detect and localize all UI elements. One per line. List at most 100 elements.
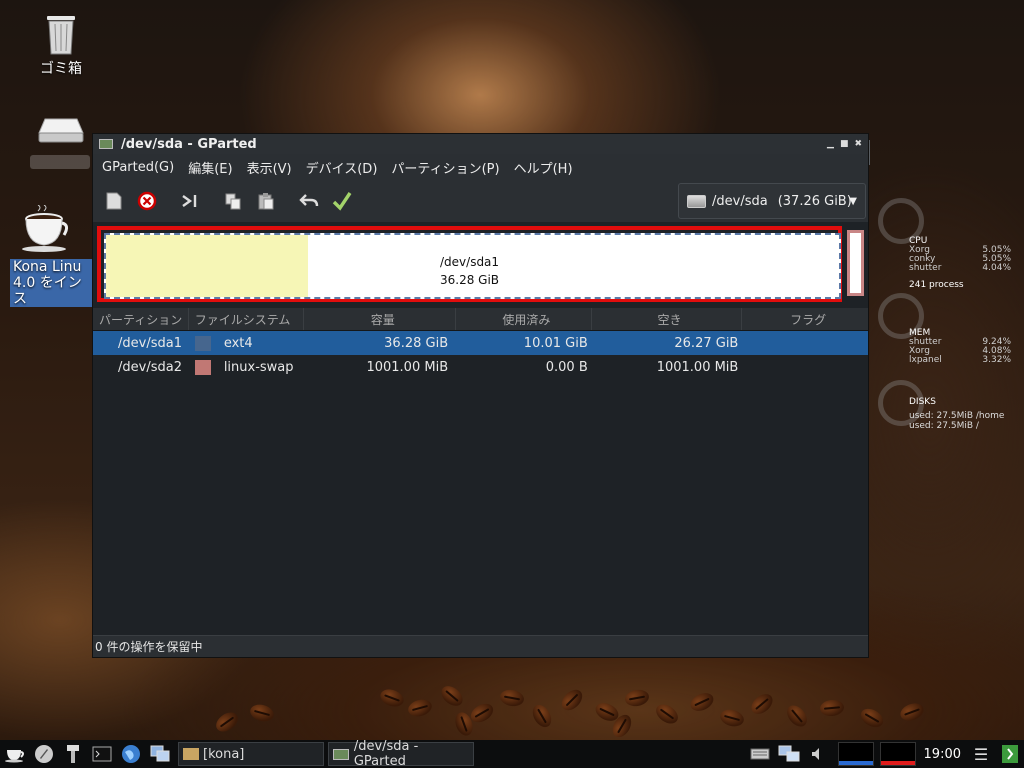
drive-desktop-icon[interactable] — [30, 115, 90, 169]
menu-edit[interactable]: 編集(E) — [181, 158, 239, 177]
conky-disk-line: used: 27.5MiB / — [909, 421, 979, 431]
maximize-icon[interactable]: ■ — [840, 139, 849, 149]
gparted-task-icon — [333, 748, 349, 760]
table-header: パーティション ファイルシステム 容量 使用済み 空き フラグ — [93, 308, 868, 331]
drive-icon — [38, 118, 84, 143]
cell-partition: /dev/sda1 — [118, 335, 182, 351]
kona-installer-desktop-icon[interactable]: Kona Linu 4.0 をインス — [10, 204, 94, 307]
conky-mem: MEM shutter 9.24% Xorg 4.08% lxpanel 3.32% — [909, 328, 1011, 365]
network-button[interactable] — [777, 742, 801, 766]
drive-label-blur — [30, 155, 90, 169]
conky-cpu-proc: shutter — [909, 263, 942, 273]
folder-icon — [183, 748, 199, 760]
conky-disks: DISKS used: 27.5MiB /home used: 27.5MiB … — [909, 397, 1004, 431]
coffee-cup-icon — [22, 204, 69, 252]
minimize-icon[interactable]: ▁ — [827, 139, 834, 149]
menu-partition[interactable]: パーティション(P) — [384, 158, 506, 177]
start-menu-button[interactable] — [3, 742, 27, 766]
col-used[interactable]: 使用済み — [456, 308, 592, 330]
conky-disks-title: DISKS — [909, 397, 936, 407]
window-titlebar[interactable]: /dev/sda - GParted ▁ ■ ✖ — [93, 134, 868, 154]
conky-cpu: CPU Xorg 5.05% conky 5.05% shutter 4.04% 24… — [909, 236, 1011, 290]
partition-block-sda2[interactable] — [847, 230, 864, 296]
task-folder-kona[interactable]: [kona] — [178, 742, 324, 766]
disk-map-area: /dev/sda1 36.28 GiB — [93, 222, 868, 308]
rocket-icon — [35, 745, 53, 763]
col-partition[interactable]: パーティション — [93, 308, 189, 330]
keyboard-icon — [750, 748, 770, 760]
kona-installer-label-2: 4.0 をインス — [10, 275, 94, 307]
paste-icon — [258, 193, 274, 210]
col-filesystem[interactable]: ファイルシステム — [189, 308, 305, 330]
checkmark-icon — [332, 192, 352, 211]
trash-label: ゴミ箱 — [40, 61, 82, 77]
undo-button[interactable] — [296, 188, 322, 214]
partition-block-label: /dev/sda1 — [440, 255, 500, 269]
task-folder-label: [kona] — [203, 746, 245, 762]
taskbar: [kona] /dev/sda - GParted 19:00 ☰ — [0, 739, 1024, 768]
launcher-button[interactable] — [32, 742, 56, 766]
disk-map-highlight: /dev/sda1 36.28 GiB — [97, 226, 842, 302]
table-row[interactable]: /dev/sda1 ext4 36.28 GiB 10.01 GiB 26.27… — [93, 331, 868, 355]
clock: 19:00 — [923, 746, 961, 762]
menu-help[interactable]: ヘルプ(H) — [507, 158, 580, 177]
volume-button[interactable] — [806, 742, 830, 766]
wrench-icon — [67, 745, 79, 763]
conky-mem-pct: 3.32% — [982, 355, 1011, 365]
exit-icon — [1002, 745, 1018, 763]
menu-device[interactable]: デバイス(D) — [299, 158, 385, 177]
trash-icon — [47, 16, 75, 55]
hard-disk-icon — [687, 194, 706, 208]
terminal-button[interactable] — [90, 742, 114, 766]
memory-graph — [879, 742, 916, 766]
menu-gparted[interactable]: GParted(G) — [95, 160, 181, 175]
task-gparted[interactable]: /dev/sda - GParted — [328, 739, 474, 768]
tools-button[interactable] — [61, 742, 85, 766]
delete-partition-button[interactable] — [134, 188, 160, 214]
keyboard-button[interactable] — [748, 742, 772, 766]
copy-icon — [225, 193, 241, 210]
cell-used: 10.01 GiB — [523, 335, 588, 351]
resize-arrow-icon — [182, 195, 197, 207]
cell-size: 36.28 GiB — [384, 335, 449, 351]
network-icon — [778, 745, 800, 762]
filesystem-color-swatch — [194, 359, 211, 375]
hamburger-icon: ☰ — [973, 744, 989, 764]
chevron-down-icon: ▼ — [849, 195, 857, 207]
speaker-icon — [811, 748, 819, 760]
col-free[interactable]: 空き — [592, 308, 743, 330]
copy-button[interactable] — [220, 188, 246, 214]
logout-button[interactable] — [998, 742, 1022, 766]
cell-free: 26.27 GiB — [674, 335, 739, 351]
table-row[interactable]: /dev/sda2 linux-swap 1001.00 MiB 0.00 B … — [93, 355, 868, 379]
windows-icon — [150, 745, 170, 762]
paste-button[interactable] — [253, 188, 279, 214]
partition-block-sda1[interactable]: /dev/sda1 36.28 GiB — [104, 233, 841, 299]
device-selector[interactable]: /dev/sda (37.26 GiB) ▼ — [678, 183, 866, 219]
window-switcher-button[interactable] — [148, 742, 172, 766]
browser-button[interactable] — [119, 742, 143, 766]
apply-button[interactable] — [329, 188, 355, 214]
window-title: /dev/sda - GParted — [121, 136, 257, 152]
cell-used: 0.00 B — [545, 359, 588, 375]
toolbar: /dev/sda (37.26 GiB) ▼ — [93, 180, 868, 222]
menu-view[interactable]: 表示(V) — [240, 158, 299, 177]
globe-icon — [122, 745, 140, 763]
coffee-cup-icon — [5, 750, 24, 763]
device-selector-size: (37.26 GiB) — [777, 193, 852, 209]
cell-size: 1001.00 MiB — [366, 359, 449, 375]
trash-desktop-icon[interactable]: ゴミ箱 — [34, 10, 88, 78]
conky-cpu-pct: 4.04% — [982, 263, 1011, 273]
col-size[interactable]: 容量 — [304, 308, 457, 330]
menu-button[interactable]: ☰ — [969, 742, 993, 766]
resize-move-button[interactable] — [177, 188, 203, 214]
cell-filesystem: ext4 — [223, 335, 253, 351]
kona-installer-label-1: Kona Linu — [10, 259, 94, 275]
conky-process-count: 241 process — [909, 280, 964, 290]
new-partition-button[interactable] — [101, 188, 127, 214]
col-flags[interactable]: フラグ — [742, 308, 868, 330]
pending-operations-status: 0 件の操作を保留中 — [95, 640, 203, 654]
close-icon[interactable]: ✖ — [854, 139, 862, 149]
delete-icon — [137, 191, 157, 211]
task-gparted-label: /dev/sda - GParted — [353, 739, 419, 768]
